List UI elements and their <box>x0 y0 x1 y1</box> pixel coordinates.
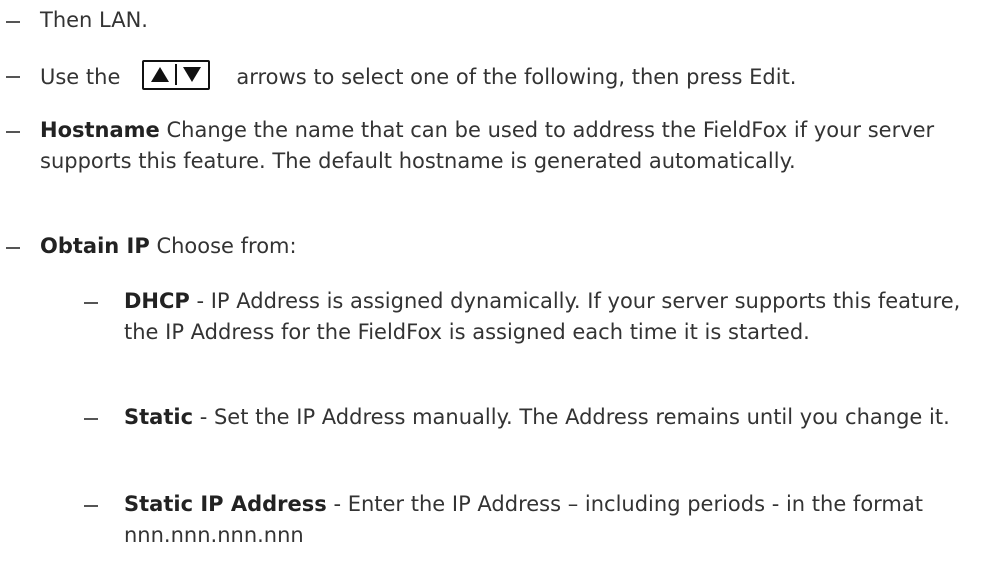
static-ip-term: Static IP Address <box>124 492 327 516</box>
hostname-description: Change the name that can be used to addr… <box>40 118 935 173</box>
up-down-arrow-keys-icon <box>142 60 211 90</box>
list-dash <box>6 115 20 146</box>
static-term: Static <box>124 405 194 429</box>
down-arrow-icon <box>183 67 202 82</box>
list-dash <box>84 286 98 317</box>
step-arrows-text-before: Use the <box>40 65 121 89</box>
step-lan-text: Then LAN. <box>40 8 148 32</box>
dhcp-term: DHCP <box>124 289 190 313</box>
static-description: - Set the IP Address manually. The Addre… <box>193 405 950 429</box>
list-dash <box>84 489 98 520</box>
hostname-term: Hostname <box>40 118 160 142</box>
list-dash <box>6 5 20 36</box>
step-arrows-text-after: arrows to select one of the following, t… <box>236 65 797 89</box>
obtain-ip-term: Obtain IP <box>40 234 150 258</box>
keycap-divider <box>175 64 178 85</box>
dhcp-description: - IP Address is assigned dynamically. If… <box>124 289 961 344</box>
up-arrow-icon <box>151 67 170 82</box>
list-dash <box>84 402 98 433</box>
list-dash <box>6 231 20 262</box>
obtain-ip-description: Choose from: <box>149 234 297 258</box>
list-dash <box>6 60 20 91</box>
